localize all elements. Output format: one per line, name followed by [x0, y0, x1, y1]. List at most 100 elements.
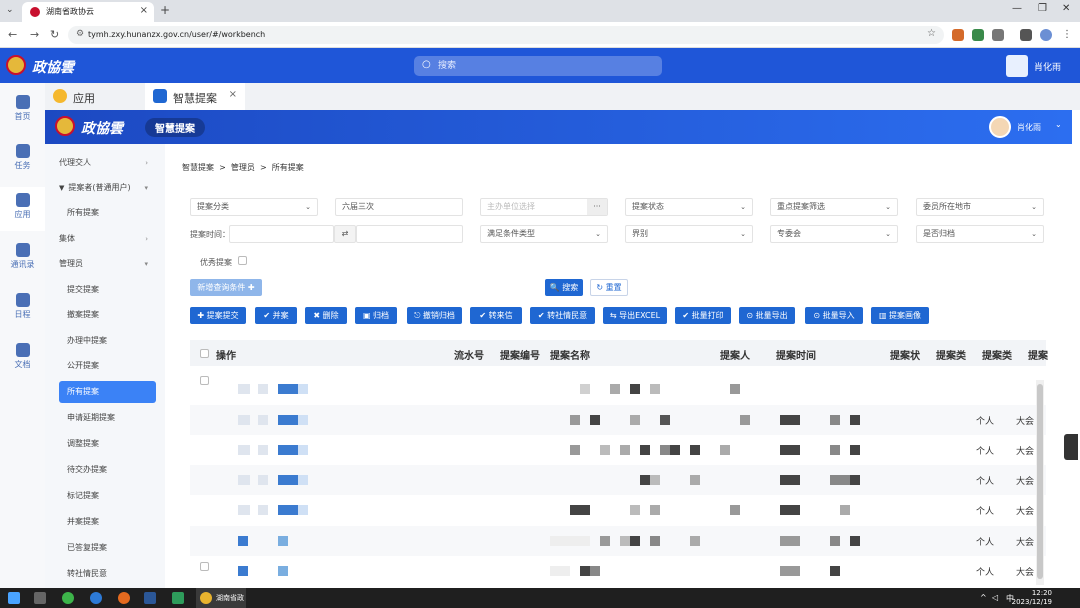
column-header[interactable]: 提案类 — [936, 347, 966, 362]
committee-select[interactable]: 专委会 ⌄ — [770, 225, 898, 243]
rail-item-tasks[interactable]: 任务 — [0, 138, 45, 182]
word-icon[interactable] — [144, 592, 156, 604]
sidebar-item[interactable]: 已答复提案 — [59, 537, 156, 559]
sidebar-item[interactable]: 提交提案 — [59, 279, 156, 301]
avatar[interactable] — [989, 116, 1011, 138]
reset-button[interactable]: ↻ 重置 — [590, 279, 628, 296]
delete-button[interactable]: ✖ 删除 — [305, 307, 347, 324]
sidebar-item[interactable]: 标记提案 — [59, 485, 156, 507]
table-row[interactable]: 个人 大会 — [190, 556, 1046, 586]
merge-button[interactable]: ✔ 并案 — [255, 307, 297, 324]
proposal-status-select[interactable]: 提案状态 ⌄ — [625, 198, 753, 216]
batch-export-button[interactable]: ⊙ 批量导出 — [739, 307, 795, 324]
rail-item-docs[interactable]: 文档 — [0, 337, 45, 381]
swap-icon[interactable]: ⇄ — [334, 225, 356, 243]
global-search-input[interactable] — [438, 58, 648, 74]
new-tab-icon[interactable]: + — [160, 3, 170, 17]
window-close-icon[interactable]: ✕ — [1062, 3, 1070, 14]
avatar[interactable] — [1006, 55, 1028, 77]
column-header[interactable]: 提案 — [1028, 347, 1048, 362]
scrollbar-thumb[interactable] — [1037, 384, 1043, 579]
table-row[interactable]: 个人 大会 — [190, 465, 1046, 495]
site-info-icon[interactable]: ⚙ — [76, 29, 84, 39]
archived-select[interactable]: 是否归档 ⌄ — [916, 225, 1044, 243]
sector-select[interactable]: 界别 ⌄ — [625, 225, 753, 243]
extension-icon[interactable] — [952, 29, 964, 41]
sidebar-item[interactable]: 集体 › — [59, 228, 156, 250]
tray-chevron-icon[interactable]: ^ — [980, 593, 987, 602]
sidebar-item[interactable]: 申请延期提案 — [59, 407, 156, 429]
reload-icon[interactable]: ↻ — [50, 28, 59, 41]
column-header[interactable]: 提案状 — [890, 347, 920, 362]
table-row[interactable]: 个人 大会 — [190, 526, 1046, 556]
system-clock[interactable]: 12:20 2023/12/19 — [1012, 589, 1052, 607]
address-bar[interactable]: ⚙ tymh.zxy.hunanzx.gov.cn/user/#/workben… — [68, 26, 944, 44]
sidebar-item[interactable]: ▼ 提案者(普通用户) ▾ — [59, 177, 156, 199]
sidebar-item[interactable]: 公开提案 — [59, 355, 156, 377]
export-excel-button[interactable]: ⇆ 导出EXCEL — [603, 307, 667, 324]
key-proposal-select[interactable]: 重点提案筛选 ⌄ — [770, 198, 898, 216]
firefox-icon[interactable] — [118, 592, 130, 604]
header-user-name[interactable]: 肖化雨 — [1034, 60, 1061, 73]
sidebar-item[interactable]: 待交办提案 — [59, 459, 156, 481]
sidebar-item[interactable]: 并案提案 — [59, 511, 156, 533]
sidebar-item[interactable]: 办理中提案 — [59, 330, 156, 352]
column-header[interactable]: 提案类 — [982, 347, 1012, 362]
rail-item-apps[interactable]: 应用 — [0, 187, 45, 231]
forward-icon[interactable]: → — [30, 28, 39, 41]
minimize-icon[interactable]: — — [1012, 3, 1022, 14]
table-row[interactable]: 个人 大会 — [190, 495, 1046, 525]
rail-item-contacts[interactable]: 通讯录 — [0, 237, 45, 281]
windows-start-icon[interactable] — [8, 592, 20, 604]
breadcrumb-item[interactable]: 管理员 — [231, 163, 255, 172]
banner-user-name[interactable]: 肖化雨 — [1017, 122, 1041, 133]
search-button[interactable]: 🔍 搜索 — [545, 279, 583, 296]
column-header[interactable]: 流水号 — [454, 347, 484, 362]
sidebar-item[interactable]: 管理员 ▾ — [59, 253, 156, 275]
unarchive-button[interactable]: ⎋ 撤销归档 — [407, 307, 462, 324]
select-all-checkbox[interactable] — [200, 349, 209, 358]
condition-type-select[interactable]: 满足条件类型 ⌄ — [480, 225, 608, 243]
back-icon[interactable]: ← — [8, 28, 17, 41]
volume-icon[interactable]: ◁ — [992, 593, 998, 602]
close-tab-icon[interactable]: × — [140, 5, 148, 16]
extensions-puzzle-icon[interactable] — [992, 29, 1004, 41]
excellent-checkbox[interactable] — [238, 256, 247, 265]
batch-import-button[interactable]: ⊙ 批量导入 — [805, 307, 863, 324]
extension-icon[interactable] — [972, 29, 984, 41]
column-header[interactable]: 提案名称 — [550, 347, 590, 362]
browser-menu-icon[interactable]: ⋮ — [1062, 29, 1074, 41]
column-header[interactable]: 提案编号 — [500, 347, 540, 362]
submit-proposal-button[interactable]: ✚ 提案提交 — [190, 307, 246, 324]
table-scrollbar[interactable] — [1036, 380, 1044, 585]
browser-tab[interactable]: 湖南省政协云 × — [22, 2, 154, 22]
archive-button[interactable]: ▣ 归档 — [355, 307, 397, 324]
tab-apps[interactable]: 应用 — [45, 83, 145, 110]
table-row[interactable] — [190, 374, 1046, 404]
profile-icon[interactable] — [1040, 29, 1052, 41]
table-row[interactable]: 个人 大会 — [190, 405, 1046, 435]
app-icon[interactable] — [62, 592, 74, 604]
more-icon[interactable]: ··· — [587, 199, 607, 215]
table-row[interactable]: 个人 大会 — [190, 435, 1046, 465]
global-search[interactable]: ○ — [414, 56, 662, 76]
proposal-category-select[interactable]: 提案分类 ⌄ — [190, 198, 318, 216]
sidebar-item[interactable]: 所有提案 — [59, 381, 156, 403]
chevron-down-icon[interactable]: ⌄ — [1055, 120, 1062, 129]
tab-smart-proposal[interactable]: 智慧提案 × — [145, 83, 245, 110]
session-field[interactable]: 六届三次 — [335, 198, 463, 216]
ie-icon[interactable] — [90, 592, 102, 604]
app-icon[interactable] — [172, 592, 184, 604]
to-social-opinion-button[interactable]: ✔ 转社情民意 — [530, 307, 595, 324]
task-view-icon[interactable] — [34, 592, 46, 604]
rail-item-home[interactable]: 首页 — [0, 89, 45, 133]
row-checkbox[interactable] — [200, 562, 209, 571]
close-tab-icon[interactable]: × — [229, 89, 237, 100]
restore-icon[interactable]: ❐ — [1038, 3, 1047, 14]
sidebar-item[interactable]: 转社情民意 — [59, 563, 156, 585]
add-condition-button[interactable]: 新增查询条件 ✚ — [190, 279, 262, 296]
sidepanel-icon[interactable] — [1020, 29, 1032, 41]
taskbar-chrome-item[interactable]: 湖南省政 — [196, 588, 246, 608]
end-date-input[interactable] — [356, 225, 463, 243]
sidebar-item[interactable]: 撤案提案 — [59, 304, 156, 326]
